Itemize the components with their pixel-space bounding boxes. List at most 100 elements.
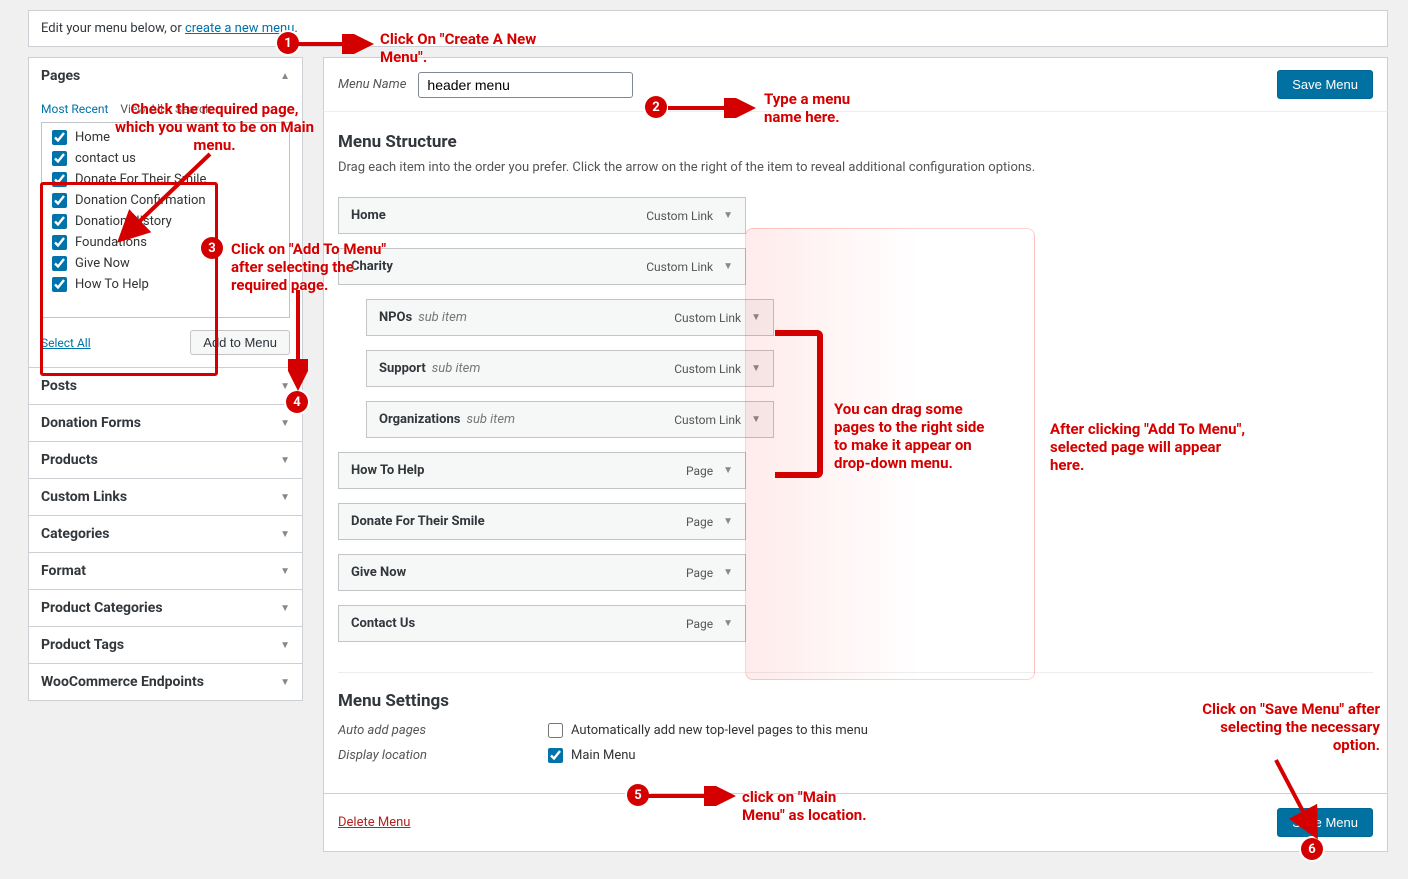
page-checkbox-item[interactable]: Donation Confirmation — [42, 190, 289, 211]
sidebar-panel[interactable]: Products▼ — [28, 441, 303, 479]
page-checkbox-item[interactable]: Give Now — [42, 253, 289, 274]
sidebar-panel[interactable]: Product Categories▼ — [28, 589, 303, 627]
menu-item-title: Charity — [351, 259, 393, 274]
menu-settings: Menu Settings Auto add pages Automatical… — [338, 672, 1373, 763]
menu-structure-body: Menu Structure Drag each item into the o… — [323, 112, 1388, 794]
sidebar-panel-title: Product Categories — [41, 600, 163, 616]
edit-menu-message: Edit your menu below, or create a new me… — [28, 10, 1388, 47]
save-menu-button-top[interactable]: Save Menu — [1277, 70, 1373, 99]
menu-item[interactable]: HomeCustom Link▼ — [338, 197, 746, 234]
menu-item-title: Home — [351, 208, 386, 223]
auto-add-label: Auto add pages — [338, 723, 548, 738]
menu-item-toggle-icon[interactable]: ▼ — [723, 618, 733, 629]
create-new-menu-link[interactable]: create a new menu — [185, 21, 294, 36]
page-checkbox-label: Home — [75, 130, 110, 145]
menu-item-toggle-icon[interactable]: ▼ — [751, 363, 761, 374]
delete-menu-link[interactable]: Delete Menu — [338, 815, 410, 830]
menu-item[interactable]: NPOssub itemCustom Link▼ — [366, 299, 774, 336]
sidebar-panel-header[interactable]: Categories▼ — [29, 516, 302, 552]
caret-down-icon: ▼ — [280, 677, 290, 688]
sidebar-panel[interactable]: Custom Links▼ — [28, 478, 303, 516]
menu-item[interactable]: How To HelpPage▼ — [338, 452, 746, 489]
menu-item-toggle-icon[interactable]: ▼ — [751, 414, 761, 425]
save-menu-button-bottom[interactable]: Save Menu — [1277, 808, 1373, 837]
page-checkbox-item[interactable]: How To Help — [42, 274, 289, 295]
menu-footer: Delete Menu Save Menu — [323, 794, 1388, 852]
sidebar-panel-title: WooCommerce Endpoints — [41, 674, 204, 690]
page-checkbox-label: Donation Confirmation — [75, 193, 206, 208]
page-checkbox-item[interactable]: Foundations — [42, 232, 289, 253]
page-checkbox-item[interactable]: Home — [42, 127, 289, 148]
sidebar-panel[interactable]: Format▼ — [28, 552, 303, 590]
page-checkbox[interactable] — [52, 151, 67, 166]
menu-item-sub-label: sub item — [432, 361, 481, 376]
sidebar-panel[interactable]: Posts▼ — [28, 367, 303, 405]
menu-item-title: NPOs — [379, 310, 412, 325]
main-menu-checkbox[interactable] — [548, 748, 563, 763]
menu-name-label: Menu Name — [338, 77, 406, 92]
menu-item[interactable]: Support sub item Custom Link ▼ — [366, 350, 774, 387]
sidebar-panel[interactable]: Donation Forms▼ — [28, 404, 303, 442]
menu-item-type: Custom Link — [674, 362, 741, 376]
pages-list-container: Home contact usDonate For Their Smile Dona… — [41, 122, 290, 318]
menu-item[interactable]: CharityCustom Link▼ — [338, 248, 746, 285]
page-checkbox-item[interactable]: Donate For Their Smile — [42, 169, 289, 190]
pages-list-actions: Select All Add to Menu — [41, 330, 290, 355]
menu-item-toggle-icon[interactable]: ▼ — [723, 261, 733, 272]
auto-add-text: Automatically add new top-level pages to… — [571, 723, 868, 738]
tab-view-all[interactable]: View All — [120, 102, 163, 116]
sidebar-panel-title: Products — [41, 452, 98, 468]
page-checkbox[interactable] — [52, 214, 67, 229]
sidebar-panel-header[interactable]: Custom Links▼ — [29, 479, 302, 515]
sidebar-panel-title: Categories — [41, 526, 109, 542]
edit-menu-prefix: Edit your menu below, or — [41, 21, 185, 36]
sidebar-panel-header[interactable]: Product Categories▼ — [29, 590, 302, 626]
auto-add-pages-row: Auto add pages Automatically add new top… — [338, 723, 1373, 738]
page-checkbox-label: How To Help — [75, 277, 149, 292]
menu-item-toggle-icon[interactable]: ▼ — [751, 312, 761, 323]
pages-accordion[interactable]: Pages ▲ Most Recent View All Search Home… — [28, 57, 303, 368]
page-checkbox[interactable] — [52, 277, 67, 292]
menu-item-type: Page — [686, 566, 713, 580]
page-checkbox[interactable] — [52, 193, 67, 208]
page-checkbox-item[interactable]: Donation History — [42, 211, 289, 232]
page-checkbox-label: Donation History — [75, 214, 172, 229]
menu-item-toggle-icon[interactable]: ▼ — [723, 210, 733, 221]
sidebar-panel-header[interactable]: Posts▼ — [29, 368, 302, 404]
menu-item[interactable]: Contact UsPage▼ — [338, 605, 746, 642]
menu-name-input[interactable] — [418, 72, 633, 98]
auto-add-checkbox[interactable] — [548, 723, 563, 738]
menu-item-toggle-icon[interactable]: ▼ — [723, 516, 733, 527]
menu-item[interactable]: Donate For Their SmilePage▼ — [338, 503, 746, 540]
sidebar-panel-header[interactable]: WooCommerce Endpoints ▼ — [29, 664, 302, 700]
menu-item-title: Organizations — [379, 412, 460, 427]
display-location-label: Display location — [338, 748, 548, 763]
tab-search[interactable]: Search — [175, 102, 212, 116]
menu-item-toggle-icon[interactable]: ▼ — [723, 567, 733, 578]
sidebar-panel[interactable]: WooCommerce Endpoints ▼ — [28, 663, 303, 701]
menu-item[interactable]: Give NowPage▼ — [338, 554, 746, 591]
caret-down-icon: ▼ — [280, 418, 290, 429]
sidebar-panel-header[interactable]: Products▼ — [29, 442, 302, 478]
sidebar-panel-header[interactable]: Donation Forms▼ — [29, 405, 302, 441]
pages-list[interactable]: Home contact usDonate For Their Smile Dona… — [42, 123, 289, 317]
pages-title: Pages — [41, 68, 80, 84]
page-checkbox[interactable] — [52, 256, 67, 271]
page-checkbox-item[interactable]: contact us — [42, 148, 289, 169]
sidebar-panel-header[interactable]: Format▼ — [29, 553, 302, 589]
caret-down-icon: ▼ — [280, 381, 290, 392]
select-all-link[interactable]: Select All — [41, 336, 91, 350]
sidebar-panel-title: Product Tags — [41, 637, 124, 653]
pages-accordion-header[interactable]: Pages ▲ — [29, 58, 302, 94]
menu-item-title: Support — [379, 361, 426, 376]
add-to-menu-button[interactable]: Add to Menu — [190, 330, 290, 355]
sidebar-panel[interactable]: Product Tags▼ — [28, 626, 303, 664]
sidebar-panel[interactable]: Categories▼ — [28, 515, 303, 553]
page-checkbox[interactable] — [52, 130, 67, 145]
sidebar-panel-header[interactable]: Product Tags▼ — [29, 627, 302, 663]
menu-item-toggle-icon[interactable]: ▼ — [723, 465, 733, 476]
page-checkbox[interactable] — [52, 235, 67, 250]
page-checkbox[interactable] — [52, 172, 67, 187]
menu-item[interactable]: Organizationssub itemCustom Link▼ — [366, 401, 774, 438]
tab-most-recent[interactable]: Most Recent — [41, 102, 108, 116]
